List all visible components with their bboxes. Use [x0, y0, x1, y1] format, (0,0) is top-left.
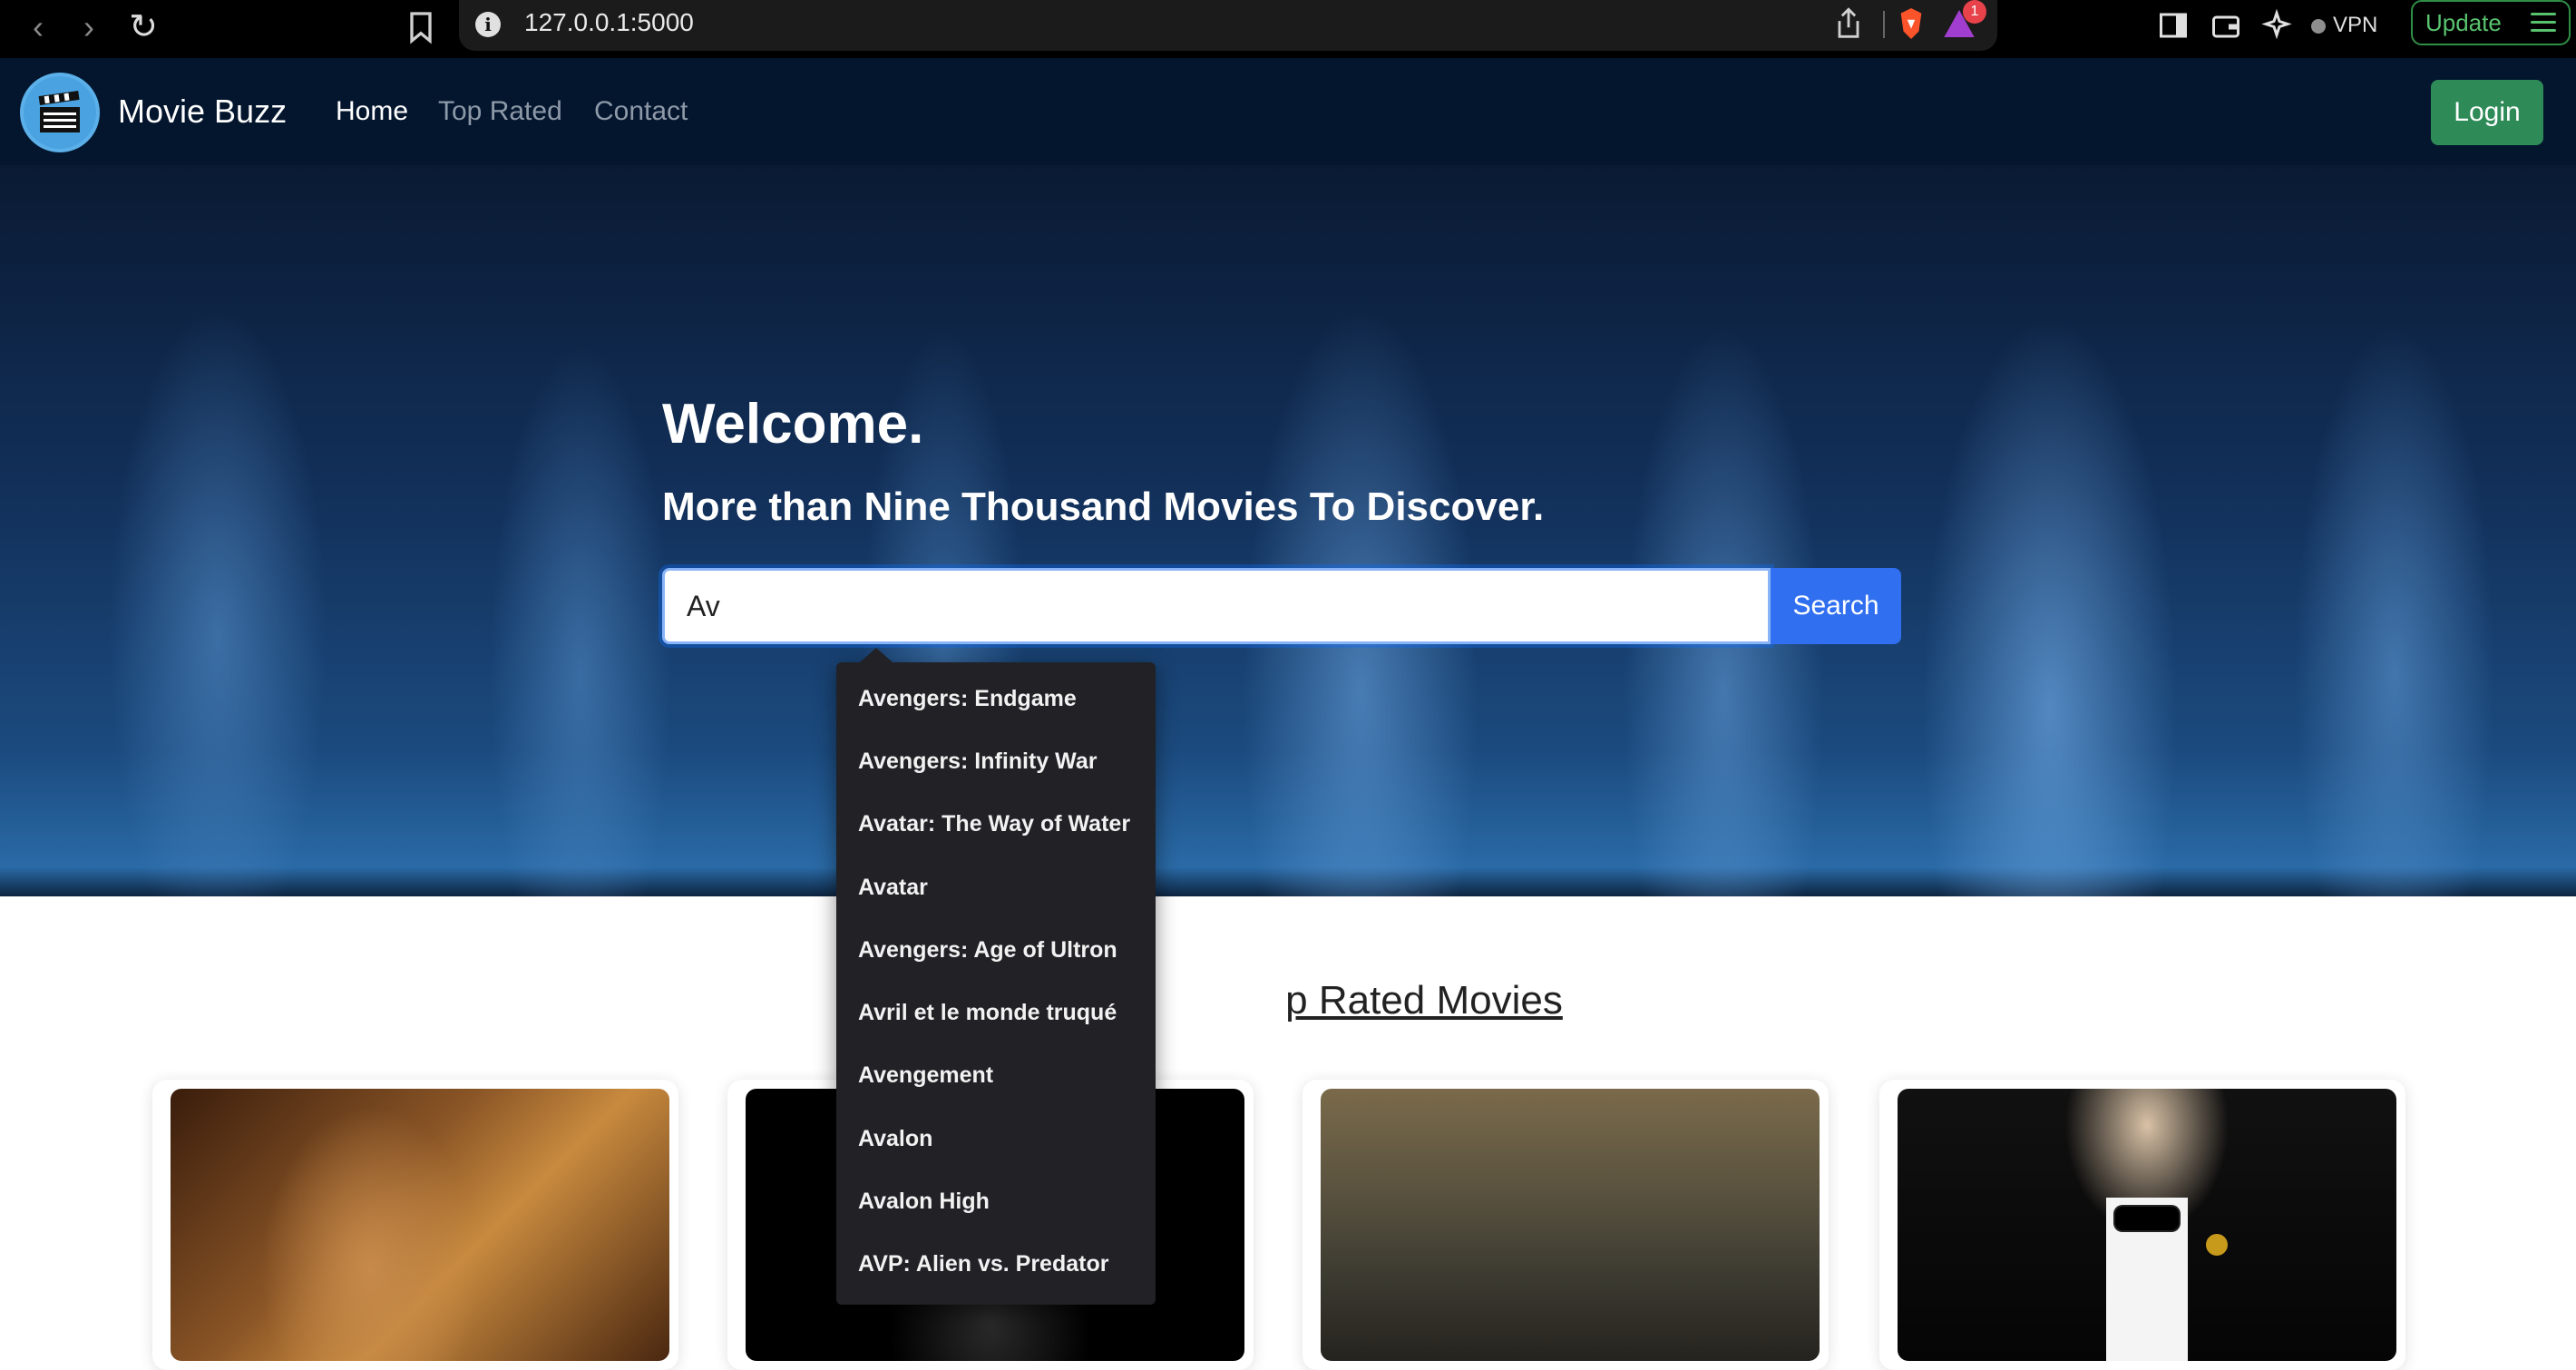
site-info-icon[interactable]: i	[475, 12, 501, 37]
address-bar[interactable]: i 127.0.0.1:5000 1	[459, 0, 1997, 51]
section-title: p Rated Movies	[1285, 978, 1563, 1023]
poster-bowtie	[2115, 1207, 2179, 1230]
movie-poster[interactable]	[1321, 1089, 1820, 1361]
leo-ai-icon[interactable]	[2260, 9, 2293, 42]
share-icon[interactable]	[1832, 5, 1865, 42]
nav-link-home[interactable]: Home	[336, 96, 408, 127]
url-text[interactable]: 127.0.0.1:5000	[524, 8, 694, 37]
bookmark-icon[interactable]	[403, 9, 439, 45]
sidebar-toggle-icon[interactable]	[2157, 9, 2190, 42]
suggestion-item[interactable]: Avatar	[858, 875, 928, 901]
brand-name[interactable]: Movie Buzz	[118, 93, 287, 131]
dropdown-pointer	[860, 648, 893, 662]
reload-icon[interactable]: ↻	[123, 7, 163, 47]
nav-link-top-rated[interactable]: Top Rated	[438, 96, 562, 127]
back-icon[interactable]: ‹	[18, 7, 58, 47]
vpn-status-icon	[2311, 18, 2326, 34]
suggestion-item[interactable]: Avengers: Infinity War	[858, 749, 1097, 775]
vpn-button[interactable]: VPN	[2311, 7, 2377, 44]
login-button[interactable]: Login	[2431, 80, 2543, 145]
movie-poster[interactable]	[171, 1089, 669, 1361]
suggestion-item[interactable]: Avril et le monde truqué	[858, 1000, 1117, 1026]
suggestion-item[interactable]: Avalon	[858, 1126, 932, 1152]
suggestion-item[interactable]: Avengers: Endgame	[858, 686, 1077, 712]
forward-icon[interactable]: ›	[69, 7, 109, 47]
toolbar-divider	[1883, 11, 1885, 38]
autocomplete-dropdown: Avengers: Endgame Avengers: Infinity War…	[836, 648, 1156, 1305]
vpn-label: VPN	[2333, 13, 2378, 37]
rewards-badge: 1	[1963, 0, 1986, 24]
wallet-icon[interactable]	[2210, 9, 2242, 42]
movie-poster[interactable]	[1898, 1089, 2396, 1361]
suggestion-item[interactable]: AVP: Alien vs. Predator	[858, 1251, 1108, 1277]
hero-subtitle: More than Nine Thousand Movies To Discov…	[662, 484, 1545, 529]
movie-card[interactable]	[1879, 1080, 2405, 1370]
hero-banner: Welcome. More than Nine Thousand Movies …	[0, 165, 2576, 896]
movie-search-input[interactable]	[662, 568, 1771, 644]
poster-rose	[2206, 1234, 2228, 1256]
menu-icon	[2531, 13, 2556, 33]
search-button[interactable]: Search	[1771, 568, 1901, 644]
suggestion-item[interactable]: Avengement	[858, 1062, 993, 1089]
update-button[interactable]: Update	[2411, 0, 2571, 45]
brave-shields-icon[interactable]	[1896, 5, 1927, 42]
suggestion-item[interactable]: Avengers: Age of Ultron	[858, 937, 1117, 964]
movie-card[interactable]	[1303, 1080, 1829, 1370]
suggestion-item[interactable]: Avalon High	[858, 1189, 990, 1215]
movie-card[interactable]	[152, 1080, 678, 1370]
update-label: Update	[2425, 9, 2502, 36]
nav-link-contact[interactable]: Contact	[594, 96, 688, 127]
suggestion-item[interactable]: Avatar: The Way of Water	[858, 811, 1130, 837]
clapperboard-logo-icon[interactable]	[20, 73, 100, 152]
site-navbar: Movie Buzz Home Top Rated Contact Login	[0, 58, 2576, 165]
browser-toolbar: ‹ › ↻ i 127.0.0.1:5000 1 VPN Update	[0, 0, 2576, 58]
hero-title: Welcome.	[662, 393, 924, 455]
